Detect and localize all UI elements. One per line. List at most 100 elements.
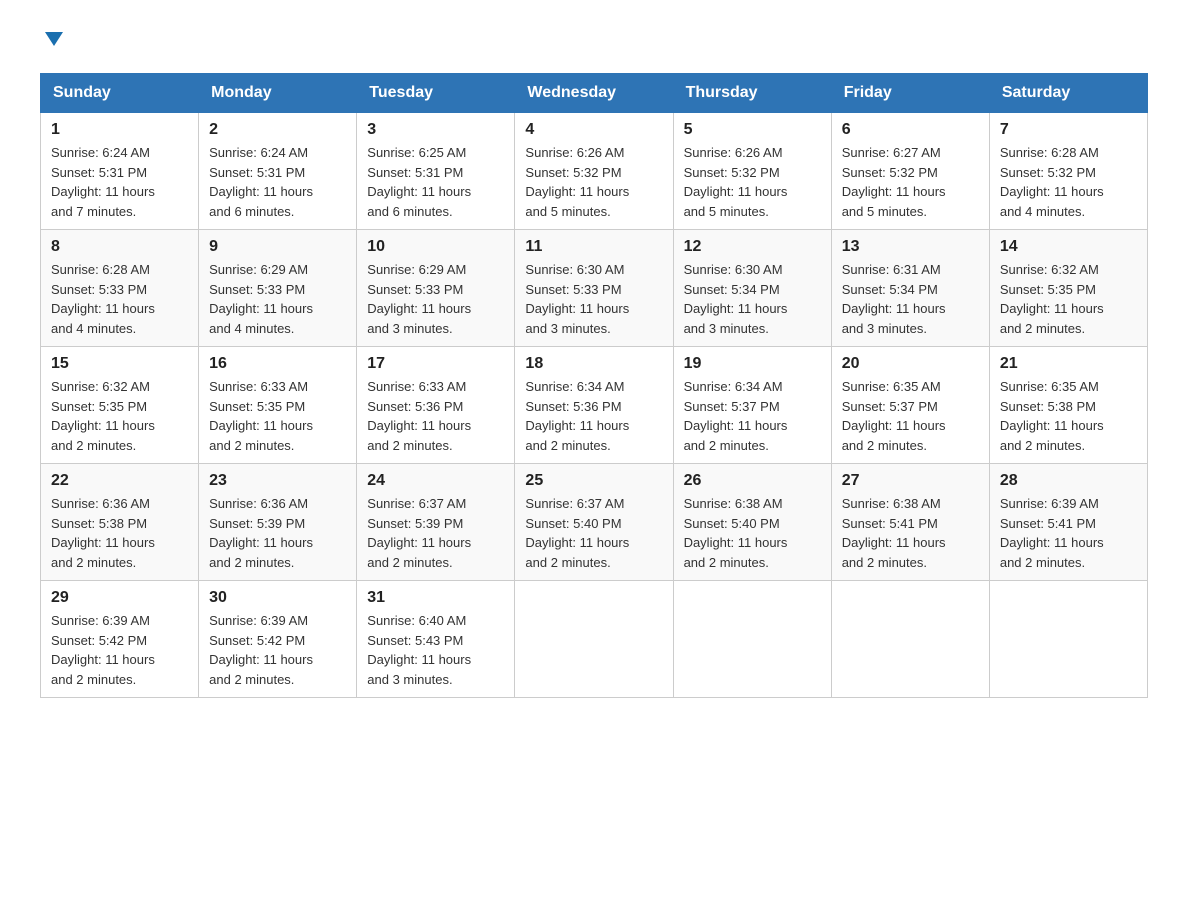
day-details: Sunrise: 6:40 AMSunset: 5:43 PMDaylight:… [367, 611, 504, 689]
calendar-week-row: 8 Sunrise: 6:28 AMSunset: 5:33 PMDaylight… [41, 230, 1148, 347]
calendar-cell: 28 Sunrise: 6:39 AMSunset: 5:41 PMDayligh… [989, 464, 1147, 581]
column-header-monday: Monday [199, 74, 357, 113]
day-details: Sunrise: 6:33 AMSunset: 5:35 PMDaylight:… [209, 377, 346, 455]
day-number: 13 [842, 238, 979, 256]
day-number: 7 [1000, 121, 1137, 139]
day-number: 8 [51, 238, 188, 256]
day-details: Sunrise: 6:30 AMSunset: 5:34 PMDaylight:… [684, 260, 821, 338]
calendar-cell: 2 Sunrise: 6:24 AMSunset: 5:31 PMDaylight… [199, 113, 357, 230]
calendar-cell: 19 Sunrise: 6:34 AMSunset: 5:37 PMDayligh… [673, 347, 831, 464]
calendar-cell: 1Sunrise: 6:24 AMSunset: 5:31 PMDaylight… [41, 113, 199, 230]
day-details: Sunrise: 6:39 AMSunset: 5:42 PMDaylight:… [51, 611, 188, 689]
column-header-thursday: Thursday [673, 74, 831, 113]
day-details: Sunrise: 6:39 AMSunset: 5:41 PMDaylight:… [1000, 494, 1137, 572]
day-number: 24 [367, 472, 504, 490]
column-header-saturday: Saturday [989, 74, 1147, 113]
day-number: 10 [367, 238, 504, 256]
day-number: 18 [525, 355, 662, 373]
day-number: 31 [367, 589, 504, 607]
day-number: 19 [684, 355, 821, 373]
calendar-cell: 20 Sunrise: 6:35 AMSunset: 5:37 PMDayligh… [831, 347, 989, 464]
day-details: Sunrise: 6:35 AMSunset: 5:37 PMDaylight:… [842, 377, 979, 455]
day-number: 30 [209, 589, 346, 607]
column-header-friday: Friday [831, 74, 989, 113]
calendar-cell: 13 Sunrise: 6:31 AMSunset: 5:34 PMDayligh… [831, 230, 989, 347]
calendar-cell: 9 Sunrise: 6:29 AMSunset: 5:33 PMDaylight… [199, 230, 357, 347]
day-details: Sunrise: 6:34 AMSunset: 5:37 PMDaylight:… [684, 377, 821, 455]
day-number: 2 [209, 121, 346, 139]
day-number: 1 [51, 121, 188, 139]
calendar-cell: 6 Sunrise: 6:27 AMSunset: 5:32 PMDaylight… [831, 113, 989, 230]
day-details: Sunrise: 6:37 AMSunset: 5:39 PMDaylight:… [367, 494, 504, 572]
calendar-cell: 22 Sunrise: 6:36 AMSunset: 5:38 PMDayligh… [41, 464, 199, 581]
day-details: Sunrise: 6:32 AMSunset: 5:35 PMDaylight:… [51, 377, 188, 455]
calendar-cell [673, 581, 831, 698]
calendar-cell: 18 Sunrise: 6:34 AMSunset: 5:36 PMDayligh… [515, 347, 673, 464]
day-details: Sunrise: 6:33 AMSunset: 5:36 PMDaylight:… [367, 377, 504, 455]
day-number: 5 [684, 121, 821, 139]
day-details: Sunrise: 6:39 AMSunset: 5:42 PMDaylight:… [209, 611, 346, 689]
calendar-header-row: SundayMondayTuesdayWednesdayThursdayFrid… [41, 74, 1148, 113]
calendar-cell: 10Sunrise: 6:29 AMSunset: 5:33 PMDayligh… [357, 230, 515, 347]
page-header [40, 30, 1148, 53]
day-number: 6 [842, 121, 979, 139]
day-number: 17 [367, 355, 504, 373]
logo-arrow-icon [43, 28, 65, 55]
day-details: Sunrise: 6:26 AMSunset: 5:32 PMDaylight:… [525, 143, 662, 221]
calendar-cell: 30 Sunrise: 6:39 AMSunset: 5:42 PMDayligh… [199, 581, 357, 698]
calendar-cell [831, 581, 989, 698]
calendar-week-row: 1 Sunrise: 6:24 AMSunset: 5:31 PMDaylight… [41, 113, 1148, 230]
day-details: Sunrise: 6:35 AMSunset: 5:38 PMDaylight:… [1000, 377, 1137, 455]
calendar-cell: 25 Sunrise: 6:37 AMSunset: 5:40 PMDayligh… [515, 464, 673, 581]
column-header-tuesday: Tuesday [357, 74, 515, 113]
calendar-cell: 24 Sunrise: 6:37 AMSunset: 5:39 PMDayligh… [357, 464, 515, 581]
calendar-cell: 11Sunrise: 6:30 AMSunset: 5:33 PMDayligh… [515, 230, 673, 347]
day-details: Sunrise: 6:36 AMSunset: 5:38 PMDaylight:… [51, 494, 188, 572]
day-number: 28 [1000, 472, 1137, 490]
day-details: Sunrise: 6:27 AMSunset: 5:32 PMDaylight:… [842, 143, 979, 221]
day-number: 12 [684, 238, 821, 256]
day-number: 14 [1000, 238, 1137, 256]
calendar-cell [989, 581, 1147, 698]
calendar-cell: 26Sunrise: 6:38 AMSunset: 5:40 PMDayligh… [673, 464, 831, 581]
day-number: 22 [51, 472, 188, 490]
calendar-cell: 31 Sunrise: 6:40 AMSunset: 5:43 PMDayligh… [357, 581, 515, 698]
calendar-table: SundayMondayTuesdayWednesdayThursdayFrid… [40, 73, 1148, 698]
day-details: Sunrise: 6:32 AMSunset: 5:35 PMDaylight:… [1000, 260, 1137, 338]
calendar-cell: 29 Sunrise: 6:39 AMSunset: 5:42 PMDayligh… [41, 581, 199, 698]
day-number: 23 [209, 472, 346, 490]
day-details: Sunrise: 6:34 AMSunset: 5:36 PMDaylight:… [525, 377, 662, 455]
day-number: 29 [51, 589, 188, 607]
day-number: 3 [367, 121, 504, 139]
day-details: Sunrise: 6:28 AMSunset: 5:32 PMDaylight:… [1000, 143, 1137, 221]
day-details: Sunrise: 6:38 AMSunset: 5:40 PMDaylight:… [684, 494, 821, 572]
calendar-cell: 3 Sunrise: 6:25 AMSunset: 5:31 PMDaylight… [357, 113, 515, 230]
day-number: 4 [525, 121, 662, 139]
day-details: Sunrise: 6:29 AMSunset: 5:33 PMDaylight:… [209, 260, 346, 338]
day-details: Sunrise: 6:31 AMSunset: 5:34 PMDaylight:… [842, 260, 979, 338]
day-number: 15 [51, 355, 188, 373]
day-number: 21 [1000, 355, 1137, 373]
calendar-cell: 16Sunrise: 6:33 AMSunset: 5:35 PMDayligh… [199, 347, 357, 464]
day-details: Sunrise: 6:26 AMSunset: 5:32 PMDaylight:… [684, 143, 821, 221]
logo [40, 30, 65, 53]
day-details: Sunrise: 6:37 AMSunset: 5:40 PMDaylight:… [525, 494, 662, 572]
calendar-week-row: 29 Sunrise: 6:39 AMSunset: 5:42 PMDayligh… [41, 581, 1148, 698]
day-number: 27 [842, 472, 979, 490]
calendar-cell: 17 Sunrise: 6:33 AMSunset: 5:36 PMDayligh… [357, 347, 515, 464]
day-details: Sunrise: 6:28 AMSunset: 5:33 PMDaylight:… [51, 260, 188, 338]
day-details: Sunrise: 6:38 AMSunset: 5:41 PMDaylight:… [842, 494, 979, 572]
day-details: Sunrise: 6:24 AMSunset: 5:31 PMDaylight:… [209, 143, 346, 221]
day-details: Sunrise: 6:30 AMSunset: 5:33 PMDaylight:… [525, 260, 662, 338]
calendar-cell: 7 Sunrise: 6:28 AMSunset: 5:32 PMDaylight… [989, 113, 1147, 230]
day-details: Sunrise: 6:25 AMSunset: 5:31 PMDaylight:… [367, 143, 504, 221]
calendar-cell: 23 Sunrise: 6:36 AMSunset: 5:39 PMDayligh… [199, 464, 357, 581]
day-number: 25 [525, 472, 662, 490]
day-number: 20 [842, 355, 979, 373]
calendar-week-row: 15 Sunrise: 6:32 AMSunset: 5:35 PMDayligh… [41, 347, 1148, 464]
day-details: Sunrise: 6:36 AMSunset: 5:39 PMDaylight:… [209, 494, 346, 572]
column-header-wednesday: Wednesday [515, 74, 673, 113]
day-number: 9 [209, 238, 346, 256]
calendar-week-row: 22 Sunrise: 6:36 AMSunset: 5:38 PMDayligh… [41, 464, 1148, 581]
calendar-cell: 21 Sunrise: 6:35 AMSunset: 5:38 PMDayligh… [989, 347, 1147, 464]
